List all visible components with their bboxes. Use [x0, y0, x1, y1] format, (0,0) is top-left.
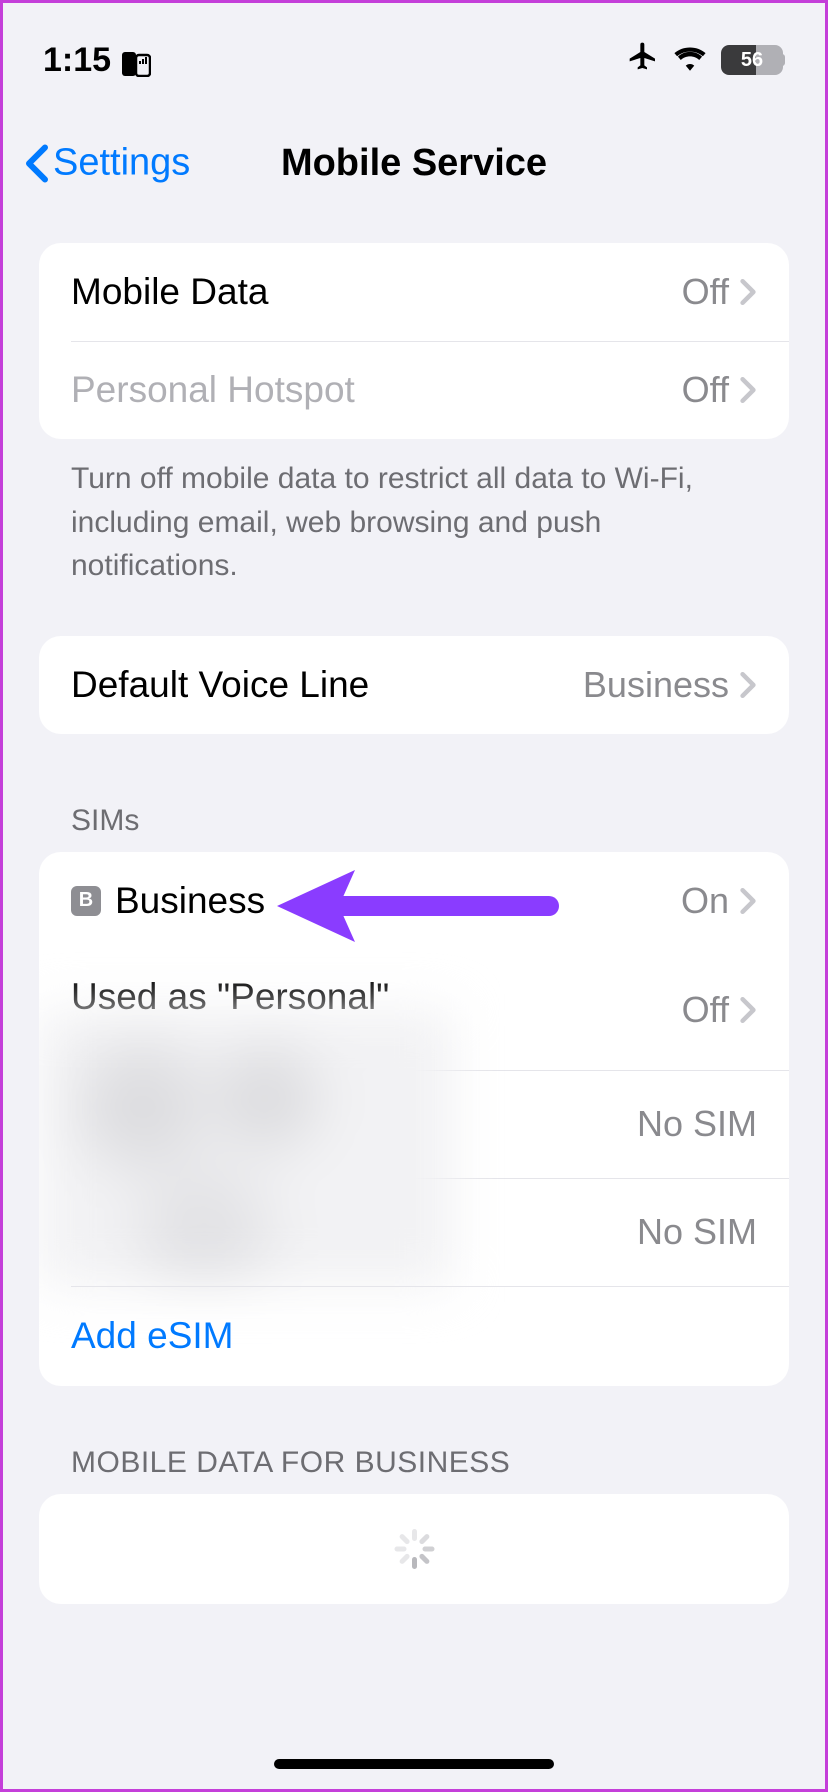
page-title: Mobile Service — [281, 142, 547, 185]
spinner-icon — [394, 1529, 434, 1569]
sim-slot4-value: No SIM — [637, 1211, 757, 1253]
mobile-data-business-header: MOBILE DATA FOR BUSINESS — [39, 1446, 789, 1494]
group1-footer: Turn off mobile data to restrict all dat… — [39, 439, 789, 588]
sim-business-label: Business — [115, 880, 265, 922]
status-bar: 1:15 56 — [3, 3, 825, 93]
nav-header: Settings Mobile Service — [3, 113, 825, 213]
home-indicator[interactable] — [274, 1759, 554, 1769]
sim-badge-icon: B — [71, 886, 101, 916]
battery-icon: 56 — [721, 45, 785, 75]
row-add-esim[interactable]: Add eSIM — [39, 1286, 789, 1386]
mobile-data-label: Mobile Data — [71, 271, 268, 313]
default-voice-label: Default Voice Line — [71, 664, 369, 706]
row-personal-hotspot[interactable]: Personal Hotspot Off — [39, 341, 789, 439]
chevron-right-icon — [739, 375, 757, 405]
chevron-right-icon — [739, 995, 757, 1025]
hotspot-value: Off — [682, 369, 729, 411]
sim-slot3-value: No SIM — [637, 1103, 757, 1145]
row-mobile-data[interactable]: Mobile Data Off — [39, 243, 789, 341]
chevron-right-icon — [739, 886, 757, 916]
chevron-right-icon — [739, 277, 757, 307]
back-label: Settings — [53, 142, 190, 185]
airplane-mode-icon — [627, 40, 659, 81]
sim-personal-value: Off — [682, 989, 729, 1031]
chevron-left-icon — [25, 143, 49, 183]
default-voice-value: Business — [583, 664, 729, 706]
loading-row — [39, 1494, 789, 1604]
sim-business-value: On — [681, 880, 729, 922]
row-sim-business[interactable]: B Business On — [39, 852, 789, 950]
redacted-area — [39, 1010, 452, 1286]
back-button[interactable]: Settings — [25, 142, 190, 185]
wifi-icon — [673, 41, 707, 80]
add-esim-link: Add eSIM — [71, 1315, 233, 1357]
dual-sim-icon — [121, 47, 151, 73]
hotspot-label: Personal Hotspot — [71, 369, 355, 411]
sims-header: SIMs — [39, 804, 789, 852]
status-time: 1:15 — [43, 41, 111, 80]
mobile-data-value: Off — [682, 271, 729, 313]
chevron-right-icon — [739, 670, 757, 700]
row-default-voice-line[interactable]: Default Voice Line Business — [39, 636, 789, 734]
